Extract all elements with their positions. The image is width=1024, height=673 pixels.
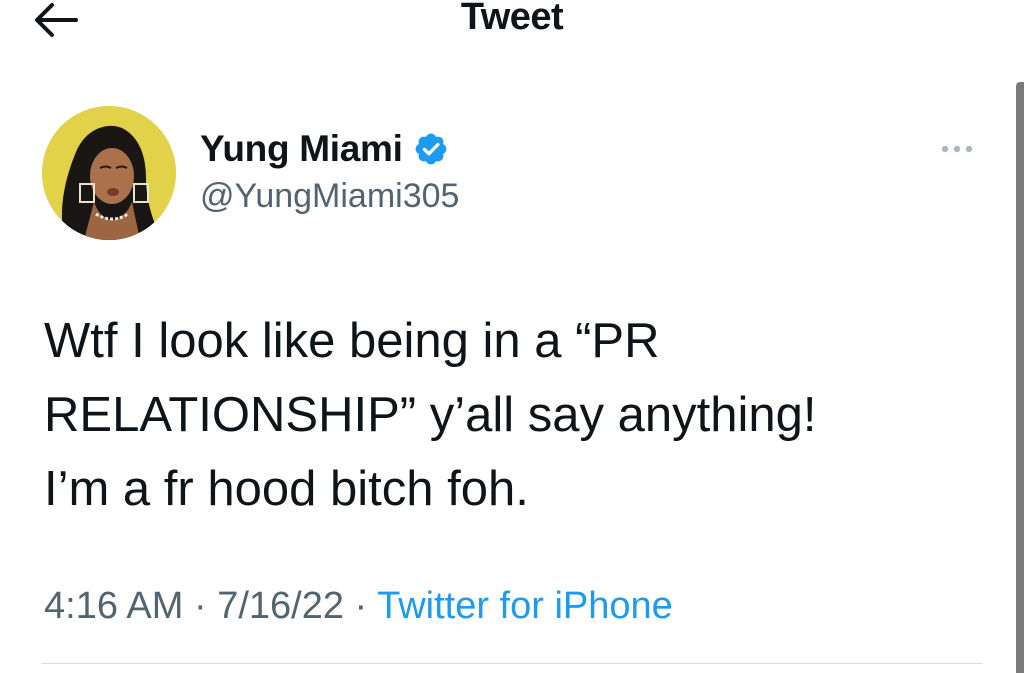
tweet-date[interactable]: 7/16/22 (217, 585, 344, 627)
divider (42, 663, 982, 664)
scrollbar[interactable] (1016, 82, 1024, 673)
verified-badge-icon (413, 131, 449, 167)
more-horizontal-icon (937, 142, 977, 160)
page-title: Tweet (460, 0, 564, 38)
tweet-time[interactable]: 4:16 AM (44, 585, 183, 627)
more-options-button[interactable] (932, 136, 982, 166)
tweet-source-link[interactable]: Twitter for iPhone (377, 585, 673, 627)
meta-separator: · (183, 585, 218, 627)
header-bar: Tweet (0, 0, 1024, 60)
meta-separator: · (344, 585, 378, 627)
author-info: Yung Miami @YungMiami305 (200, 124, 459, 216)
display-name[interactable]: Yung Miami (200, 127, 403, 171)
user-handle[interactable]: @YungMiami305 (200, 176, 459, 216)
avatar[interactable] (42, 106, 176, 240)
tweet-detail-page: Tweet Yung Miami @YungMiami305 Wtf I loo… (0, 0, 1024, 673)
display-name-row: Yung Miami (200, 124, 459, 174)
tweet-text: Wtf I look like being in a “PR RELATIONS… (44, 314, 817, 516)
tweet-metadata: 4:16 AM · 7/16/22 · Twitter for iPhone (44, 582, 673, 630)
